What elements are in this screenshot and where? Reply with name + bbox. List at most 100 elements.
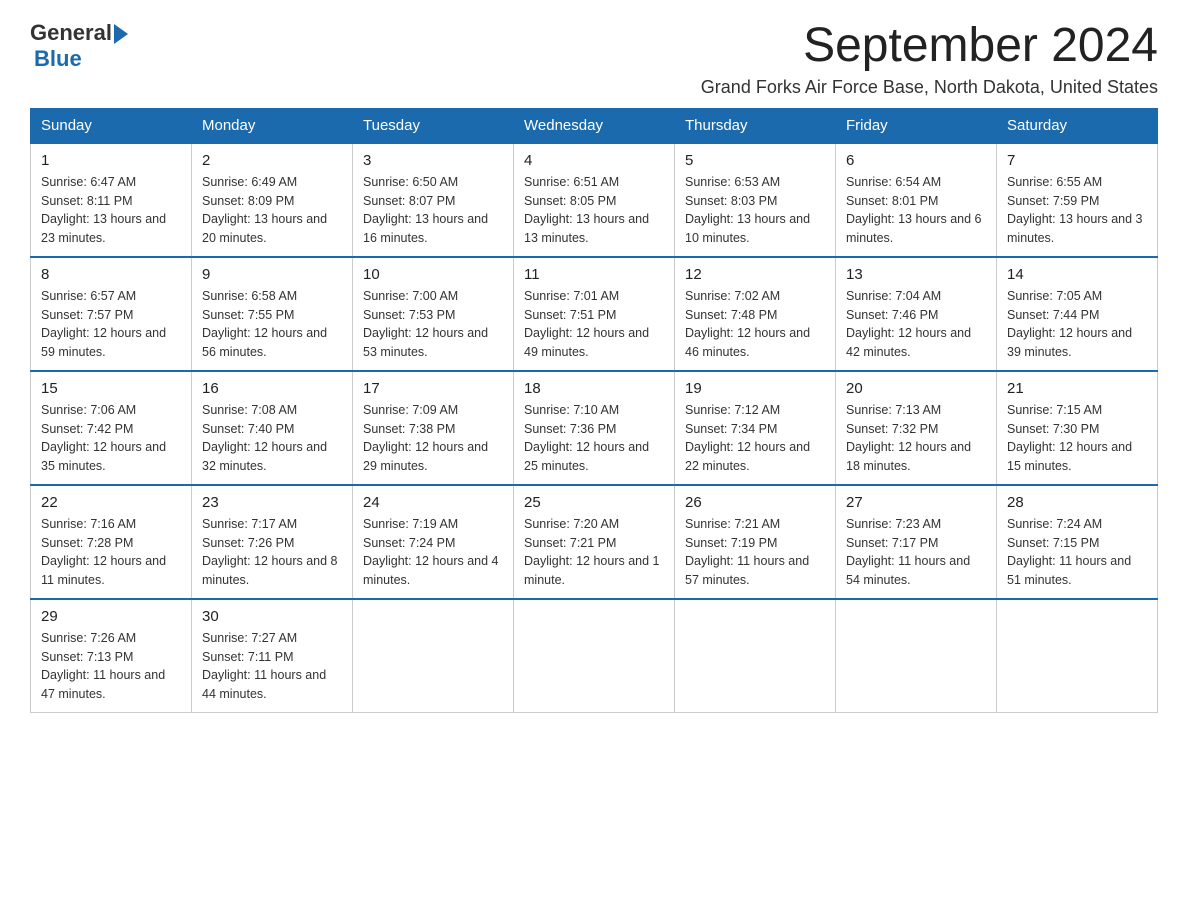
day-info: Sunrise: 7:19 AMSunset: 7:24 PMDaylight:… — [363, 515, 503, 590]
day-number: 24 — [363, 494, 503, 511]
day-info: Sunrise: 7:12 AMSunset: 7:34 PMDaylight:… — [685, 401, 825, 476]
calendar-cell — [514, 599, 675, 713]
day-number: 25 — [524, 494, 664, 511]
day-info: Sunrise: 7:08 AMSunset: 7:40 PMDaylight:… — [202, 401, 342, 476]
day-info: Sunrise: 6:49 AMSunset: 8:09 PMDaylight:… — [202, 173, 342, 248]
calendar-cell: 20Sunrise: 7:13 AMSunset: 7:32 PMDayligh… — [836, 371, 997, 485]
calendar-header-saturday: Saturday — [997, 108, 1158, 143]
day-info: Sunrise: 6:54 AMSunset: 8:01 PMDaylight:… — [846, 173, 986, 248]
day-info: Sunrise: 7:09 AMSunset: 7:38 PMDaylight:… — [363, 401, 503, 476]
day-number: 23 — [202, 494, 342, 511]
day-number: 3 — [363, 152, 503, 169]
day-info: Sunrise: 7:13 AMSunset: 7:32 PMDaylight:… — [846, 401, 986, 476]
day-number: 5 — [685, 152, 825, 169]
calendar-header-sunday: Sunday — [31, 108, 192, 143]
day-info: Sunrise: 7:24 AMSunset: 7:15 PMDaylight:… — [1007, 515, 1147, 590]
day-info: Sunrise: 7:17 AMSunset: 7:26 PMDaylight:… — [202, 515, 342, 590]
day-info: Sunrise: 6:51 AMSunset: 8:05 PMDaylight:… — [524, 173, 664, 248]
calendar-cell: 16 Sunrise: 7:08 AMSunset: 7:40 PMDayligh… — [192, 371, 353, 485]
calendar-cell — [836, 599, 997, 713]
day-number: 1 — [41, 152, 181, 169]
day-info: Sunrise: 7:27 AMSunset: 7:11 PMDaylight:… — [202, 629, 342, 704]
calendar-cell — [997, 599, 1158, 713]
day-number: 12 — [685, 266, 825, 283]
page-subtitle: Grand Forks Air Force Base, North Dakota… — [701, 77, 1158, 98]
day-number: 10 — [363, 266, 503, 283]
calendar-cell: 27 Sunrise: 7:23 AMSunset: 7:17 PMDayligh… — [836, 485, 997, 599]
day-number: 6 — [846, 152, 986, 169]
day-info: Sunrise: 6:47 AMSunset: 8:11 PMDaylight:… — [41, 173, 181, 248]
calendar-header-friday: Friday — [836, 108, 997, 143]
calendar-header-row: SundayMondayTuesdayWednesdayThursdayFrid… — [31, 108, 1158, 143]
calendar-cell: 10 Sunrise: 7:00 AMSunset: 7:53 PMDayligh… — [353, 257, 514, 371]
calendar-cell: 11 Sunrise: 7:01 AMSunset: 7:51 PMDayligh… — [514, 257, 675, 371]
day-number: 4 — [524, 152, 664, 169]
calendar-cell: 19 Sunrise: 7:12 AMSunset: 7:34 PMDayligh… — [675, 371, 836, 485]
calendar-cell: 23 Sunrise: 7:17 AMSunset: 7:26 PMDayligh… — [192, 485, 353, 599]
calendar-cell: 12 Sunrise: 7:02 AMSunset: 7:48 PMDayligh… — [675, 257, 836, 371]
calendar-week-row: 8 Sunrise: 6:57 AMSunset: 7:57 PMDaylight… — [31, 257, 1158, 371]
calendar-header-thursday: Thursday — [675, 108, 836, 143]
day-info: Sunrise: 7:00 AMSunset: 7:53 PMDaylight:… — [363, 287, 503, 362]
day-number: 18 — [524, 380, 664, 397]
calendar-cell: 7Sunrise: 6:55 AMSunset: 7:59 PMDaylight… — [997, 143, 1158, 257]
calendar-cell: 9Sunrise: 6:58 AMSunset: 7:55 PMDaylight… — [192, 257, 353, 371]
day-number: 29 — [41, 608, 181, 625]
logo-general: General — [30, 20, 112, 46]
day-info: Sunrise: 7:06 AMSunset: 7:42 PMDaylight:… — [41, 401, 181, 476]
calendar-cell: 22 Sunrise: 7:16 AMSunset: 7:28 PMDayligh… — [31, 485, 192, 599]
day-number: 30 — [202, 608, 342, 625]
day-info: Sunrise: 6:57 AMSunset: 7:57 PMDaylight:… — [41, 287, 181, 362]
day-info: Sunrise: 7:26 AMSunset: 7:13 PMDaylight:… — [41, 629, 181, 704]
day-number: 14 — [1007, 266, 1147, 283]
calendar-cell: 28Sunrise: 7:24 AMSunset: 7:15 PMDayligh… — [997, 485, 1158, 599]
day-number: 27 — [846, 494, 986, 511]
calendar-cell: 30 Sunrise: 7:27 AMSunset: 7:11 PMDayligh… — [192, 599, 353, 713]
page-title: September 2024 — [701, 20, 1158, 73]
day-number: 8 — [41, 266, 181, 283]
page-header: General Blue September 2024 Grand Forks … — [30, 20, 1158, 98]
day-number: 11 — [524, 266, 664, 283]
calendar-cell: 13Sunrise: 7:04 AMSunset: 7:46 PMDayligh… — [836, 257, 997, 371]
day-number: 17 — [363, 380, 503, 397]
calendar-cell: 18 Sunrise: 7:10 AMSunset: 7:36 PMDayligh… — [514, 371, 675, 485]
day-number: 13 — [846, 266, 986, 283]
day-info: Sunrise: 7:23 AMSunset: 7:17 PMDaylight:… — [846, 515, 986, 590]
calendar-cell: 21Sunrise: 7:15 AMSunset: 7:30 PMDayligh… — [997, 371, 1158, 485]
logo-blue: Blue — [34, 46, 82, 72]
day-number: 15 — [41, 380, 181, 397]
day-info: Sunrise: 6:55 AMSunset: 7:59 PMDaylight:… — [1007, 173, 1147, 248]
day-number: 21 — [1007, 380, 1147, 397]
day-number: 19 — [685, 380, 825, 397]
day-number: 22 — [41, 494, 181, 511]
logo-arrow-icon — [114, 24, 128, 44]
calendar-cell: 29 Sunrise: 7:26 AMSunset: 7:13 PMDayligh… — [31, 599, 192, 713]
calendar-cell: 15 Sunrise: 7:06 AMSunset: 7:42 PMDayligh… — [31, 371, 192, 485]
calendar-cell: 8 Sunrise: 6:57 AMSunset: 7:57 PMDaylight… — [31, 257, 192, 371]
calendar-header-tuesday: Tuesday — [353, 108, 514, 143]
calendar-week-row: 22 Sunrise: 7:16 AMSunset: 7:28 PMDayligh… — [31, 485, 1158, 599]
day-info: Sunrise: 7:10 AMSunset: 7:36 PMDaylight:… — [524, 401, 664, 476]
calendar-cell — [353, 599, 514, 713]
day-info: Sunrise: 7:02 AMSunset: 7:48 PMDaylight:… — [685, 287, 825, 362]
calendar-cell: 1 Sunrise: 6:47 AMSunset: 8:11 PMDaylight… — [31, 143, 192, 257]
calendar-table: SundayMondayTuesdayWednesdayThursdayFrid… — [30, 108, 1158, 713]
day-info: Sunrise: 7:01 AMSunset: 7:51 PMDaylight:… — [524, 287, 664, 362]
calendar-week-row: 15 Sunrise: 7:06 AMSunset: 7:42 PMDayligh… — [31, 371, 1158, 485]
day-number: 16 — [202, 380, 342, 397]
logo: General Blue — [30, 20, 128, 72]
calendar-cell: 26Sunrise: 7:21 AMSunset: 7:19 PMDayligh… — [675, 485, 836, 599]
day-info: Sunrise: 7:16 AMSunset: 7:28 PMDaylight:… — [41, 515, 181, 590]
day-info: Sunrise: 6:58 AMSunset: 7:55 PMDaylight:… — [202, 287, 342, 362]
calendar-week-row: 1 Sunrise: 6:47 AMSunset: 8:11 PMDaylight… — [31, 143, 1158, 257]
calendar-week-row: 29 Sunrise: 7:26 AMSunset: 7:13 PMDayligh… — [31, 599, 1158, 713]
calendar-header-monday: Monday — [192, 108, 353, 143]
calendar-cell: 3Sunrise: 6:50 AMSunset: 8:07 PMDaylight… — [353, 143, 514, 257]
title-section: September 2024 Grand Forks Air Force Bas… — [701, 20, 1158, 98]
calendar-cell — [675, 599, 836, 713]
calendar-cell: 2Sunrise: 6:49 AMSunset: 8:09 PMDaylight… — [192, 143, 353, 257]
calendar-cell: 6 Sunrise: 6:54 AMSunset: 8:01 PMDaylight… — [836, 143, 997, 257]
calendar-cell: 24 Sunrise: 7:19 AMSunset: 7:24 PMDayligh… — [353, 485, 514, 599]
calendar-cell: 5Sunrise: 6:53 AMSunset: 8:03 PMDaylight… — [675, 143, 836, 257]
calendar-cell: 25Sunrise: 7:20 AMSunset: 7:21 PMDayligh… — [514, 485, 675, 599]
